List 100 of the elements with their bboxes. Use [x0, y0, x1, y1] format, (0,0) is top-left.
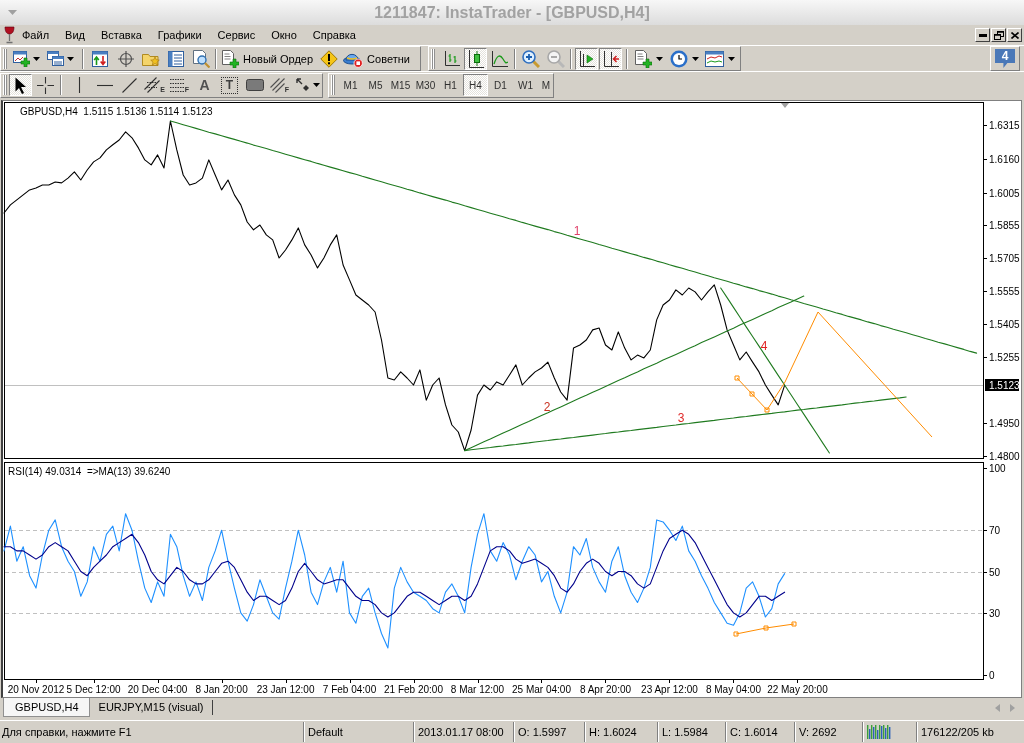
wave-number-label: 2: [543, 400, 551, 414]
expert-advisors-button[interactable]: Советни: [341, 47, 412, 70]
restore-button[interactable]: [991, 28, 1006, 42]
timeframe-button[interactable]: M1: [338, 74, 363, 96]
document-plus-icon: [222, 49, 239, 68]
volume-value: V: 2692: [799, 726, 837, 738]
picture-divergence-drawing: [733, 621, 797, 637]
date-label: 25 Mar 04:00: [512, 684, 571, 695]
chart-tab[interactable]: EURJPY,M15 (visual): [89, 698, 210, 717]
high-price: H: 1.6024: [589, 726, 637, 738]
axis-triangle-icon: [578, 50, 595, 67]
notifications-button[interactable]: 4: [990, 46, 1020, 71]
restore-icon: [993, 30, 1004, 40]
help-hint: Для справки, нажмите F1: [2, 726, 132, 738]
caret-icon[interactable]: [692, 56, 699, 61]
up-down-arrows-icon[interactable]: [92, 50, 108, 67]
date-label: 23 Apr 12:00: [641, 684, 698, 695]
open-price: O: 1.5997: [518, 726, 567, 738]
chart-shift-button[interactable]: [575, 47, 598, 70]
zoom-in-icon[interactable]: [522, 49, 540, 68]
timeframe-button[interactable]: W1: [513, 74, 538, 96]
axis-label: 1.6315: [989, 120, 1020, 131]
wave-number-label: 3: [677, 411, 685, 425]
date-label: 5 Dec 12:00: [66, 684, 121, 695]
crosshair-icon: [37, 76, 54, 94]
candlestick-icon: [467, 49, 484, 68]
menu-item[interactable]: Окно: [263, 26, 305, 44]
menu-item[interactable]: Вставка: [92, 26, 150, 44]
toolbar-grip-icon[interactable]: [331, 75, 335, 95]
ohlc-bars-icon: [443, 50, 460, 67]
toolbar-grip-icon[interactable]: [3, 48, 7, 69]
autoscroll-button[interactable]: [599, 47, 622, 70]
crosshair-button[interactable]: [34, 74, 57, 96]
minimize-icon: [978, 33, 987, 37]
warning-icon[interactable]: [320, 49, 339, 68]
timeframe-button[interactable]: H4: [463, 74, 488, 96]
chart-tab[interactable]: GBPUSD,H4: [3, 698, 90, 717]
horizontal-line-icon: [96, 83, 113, 87]
date-label: 8 May 04:00: [705, 684, 761, 695]
timeframe-button[interactable]: M30: [413, 74, 438, 96]
date-label: 20 Dec 04:00: [127, 684, 188, 695]
timeframe-button[interactable]: M5: [363, 74, 388, 96]
toolbar-grip-icon[interactable]: [3, 75, 7, 95]
caret-icon[interactable]: [67, 56, 74, 61]
minimize-button[interactable]: [975, 28, 990, 42]
crosshair-circle-icon[interactable]: [118, 50, 134, 67]
dotted-lines-icon: [169, 78, 185, 92]
shift-marker-icon[interactable]: [781, 103, 789, 108]
candlestick-button[interactable]: [464, 47, 487, 70]
menu-item[interactable]: Графики: [149, 26, 210, 44]
windows-icon[interactable]: [47, 51, 64, 66]
caret-icon: [312, 83, 320, 87]
profile-name: Default: [308, 726, 343, 738]
date-label: 23 Jan 12:00: [256, 684, 315, 695]
axis-label: 50: [989, 567, 1001, 578]
current-price-label: 1.5123: [985, 379, 1020, 391]
chart-window-icon[interactable]: [705, 50, 724, 67]
chart-header: GBPUSD,H4 1.5115 1.5136 1.5114 1.5123: [20, 106, 213, 117]
list-window-icon[interactable]: [168, 50, 184, 67]
axis-label: 1.5255: [989, 352, 1020, 363]
document-magnifier-icon[interactable]: [193, 49, 210, 68]
axis-label: 0: [989, 670, 995, 681]
timeframe-button[interactable]: D1: [488, 74, 513, 96]
close-button[interactable]: [1007, 28, 1022, 42]
caret-icon[interactable]: [656, 56, 663, 61]
timeframe-button[interactable]: M15: [388, 74, 413, 96]
indicator-header: RSI(14) 49.0314 =>MA(13) 39.6240: [8, 466, 171, 477]
clock-icon[interactable]: [670, 49, 688, 68]
menu-item[interactable]: Файл: [14, 26, 58, 44]
new-chart-icon[interactable]: [13, 50, 30, 67]
axis-label: 1.5555: [989, 286, 1020, 297]
toolbar-grip-icon[interactable]: [431, 48, 435, 69]
cursor-button[interactable]: [9, 74, 32, 96]
date-label: 21 Feb 20:00: [384, 684, 443, 695]
axis-label: 100: [989, 463, 1006, 474]
menu-item[interactable]: Сервис: [209, 26, 264, 44]
wave-number-label: 4: [760, 339, 768, 353]
wine-glass-icon[interactable]: [4, 26, 15, 44]
window-title: 1211847: InstaTrader - [GBPUSD,H4]: [374, 3, 650, 22]
caret-icon[interactable]: [728, 56, 735, 61]
axis-label: 1.6160: [989, 154, 1020, 165]
axis-label: 1.4950: [989, 418, 1020, 429]
timeframe-button[interactable]: M: [538, 74, 553, 96]
arrow-cursor-icon: [15, 76, 26, 94]
connection-bars-icon: [867, 725, 891, 739]
text-tool-button[interactable]: A: [192, 74, 217, 96]
new-order-button[interactable]: Новый Ордер: [220, 47, 316, 70]
axis-label: 1.5705: [989, 253, 1020, 264]
menu-item[interactable]: Справка: [304, 26, 364, 44]
axis-label: 70: [989, 525, 1001, 536]
menu-item[interactable]: Вид: [57, 26, 93, 44]
timeframe-button[interactable]: H1: [438, 74, 463, 96]
axis-label: 1.6005: [989, 188, 1020, 199]
date-label: 8 Jan 20:00: [195, 684, 248, 695]
caret-icon[interactable]: [33, 56, 40, 61]
axis-label: 1.5405: [989, 319, 1020, 330]
document-plus-icon[interactable]: [635, 49, 652, 68]
diagonal-lines-icon: [269, 77, 285, 93]
low-price: L: 1.5984: [662, 726, 708, 738]
diagonal-line-icon: [122, 77, 137, 93]
